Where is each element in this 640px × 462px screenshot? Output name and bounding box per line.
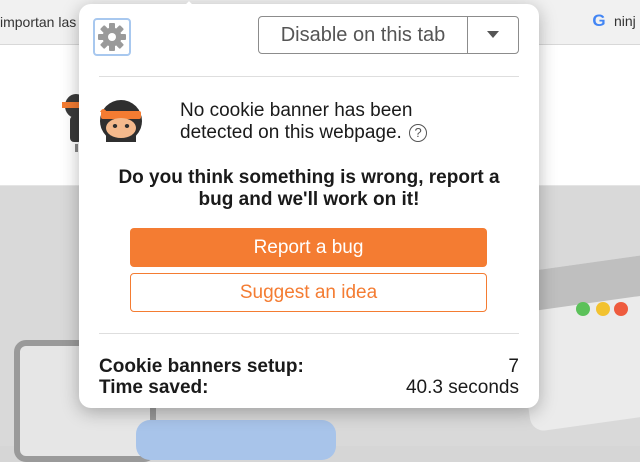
browser-tab-right[interactable]: G ninj [590, 11, 636, 30]
bottom-divider [99, 333, 519, 334]
cookie-ninja-popup: Disable on this tab No cookie banner has… [79, 1, 539, 408]
disable-options-dropdown[interactable] [467, 16, 519, 54]
time-saved-label: Time saved: [99, 377, 209, 398]
time-saved-value: 40.3 seconds [405, 377, 519, 398]
report-prompt-text: Do you think something is wrong, report … [118, 167, 500, 210]
ninja-mascot-icon [100, 100, 142, 142]
suggest-idea-button[interactable]: Suggest an idea [130, 273, 487, 312]
banners-setup-label: Cookie banners setup: [99, 356, 304, 377]
browser-tab-right-label: ninj [614, 13, 636, 29]
banners-setup-value: 7 [508, 356, 519, 377]
status-message: No cookie banner has been detected on th… [180, 100, 413, 143]
help-icon[interactable]: ? [409, 124, 428, 142]
window-dot-green [576, 302, 590, 316]
caret-down-icon [487, 31, 499, 38]
google-g-icon: G [592, 11, 606, 30]
browser-tab-left[interactable]: importan las [0, 14, 76, 30]
window-dot-yellow [596, 302, 610, 316]
window-dot-red [614, 302, 628, 316]
disable-on-tab-button[interactable]: Disable on this tab [258, 16, 468, 54]
gear-icon [98, 23, 126, 51]
no-banner-status: No cookie banner has been detected on th… [180, 100, 480, 144]
report-bug-button[interactable]: Report a bug [130, 228, 487, 267]
popup-pointer [179, 1, 199, 21]
background-blue-shape [136, 420, 336, 460]
top-divider [99, 76, 519, 77]
settings-button[interactable] [93, 18, 131, 56]
